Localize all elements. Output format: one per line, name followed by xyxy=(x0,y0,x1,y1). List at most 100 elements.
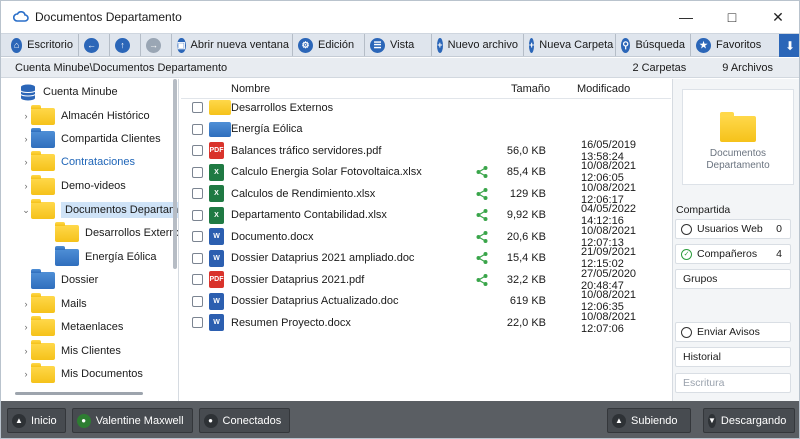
row-checkbox[interactable] xyxy=(192,145,203,157)
edicion-button[interactable]: ⚙ Edición xyxy=(293,34,365,56)
file-row[interactable]: W Dossier Dataprius 2021 ampliado.doc 15,4… xyxy=(181,246,671,270)
file-row[interactable]: W Documento.docx 20,6 KB 10/08/2021 12:07:1… xyxy=(181,225,671,249)
chevron-icon[interactable]: › xyxy=(21,157,31,167)
preview-name-line2: Departamento xyxy=(706,160,770,171)
chevron-icon[interactable]: › xyxy=(21,322,31,332)
file-row[interactable]: X Departamento Contabilidad.xlsx 9,92 KB 04… xyxy=(181,203,671,227)
tree-item[interactable]: › Metaenlaces xyxy=(21,315,123,338)
file-row[interactable]: X Calculos de Rendimiento.xlsx 129 KB 10/08… xyxy=(181,181,671,206)
file-modified: 10/08/2021 12:06:17 xyxy=(581,181,637,206)
escritura-button[interactable]: Escritura xyxy=(675,373,791,393)
conectados-button[interactable]: ● Conectados xyxy=(198,408,291,433)
nueva-ventana-button[interactable]: ▣ Abrir nueva ventana xyxy=(172,34,293,56)
chevron-icon[interactable]: › xyxy=(21,111,31,121)
circle-icon xyxy=(681,223,692,235)
file-modified: 10/08/2021 12:07:06 xyxy=(581,310,637,335)
word-file-icon: W xyxy=(209,228,224,246)
share-icon[interactable] xyxy=(475,230,489,244)
word-file-icon: W xyxy=(209,249,224,267)
arrow-left-icon: ← xyxy=(84,37,99,53)
file-modified: 10/08/2021 12:06:05 xyxy=(581,160,637,185)
tree-item[interactable]: Dossier xyxy=(21,268,98,291)
column-name[interactable]: Nombre xyxy=(231,83,270,95)
row-checkbox[interactable] xyxy=(192,188,203,200)
chevron-icon[interactable]: › xyxy=(21,134,31,144)
usuarios-web-button[interactable]: Usuarios Web 0 xyxy=(675,219,791,239)
column-modified[interactable]: Modificado xyxy=(577,83,630,95)
share-icon[interactable] xyxy=(475,208,489,222)
tree-item[interactable]: › Mis Documentos xyxy=(21,362,143,385)
row-checkbox[interactable] xyxy=(192,209,203,221)
tree-item-label: Contrataciones xyxy=(61,156,135,168)
tree-item[interactable]: › Mails xyxy=(21,292,87,315)
favoritos-button[interactable]: ★ Favoritos xyxy=(691,34,769,56)
tree-horizontal-scrollbar[interactable] xyxy=(15,392,143,395)
excel-file-icon: X xyxy=(209,206,224,224)
back-button[interactable]: ← xyxy=(79,34,110,56)
tree-root[interactable]: Cuenta Minube xyxy=(19,83,118,101)
busqueda-button[interactable]: ⚲ Búsqueda xyxy=(616,34,691,56)
row-checkbox[interactable] xyxy=(192,295,203,307)
share-icon[interactable] xyxy=(475,165,489,179)
row-checkbox[interactable] xyxy=(192,102,203,114)
file-size: 85,4 KB xyxy=(506,166,546,179)
file-size: 56,0 KB xyxy=(506,144,546,157)
path-bar: Cuenta Minube\Documentos Departamento 2 … xyxy=(1,58,799,78)
row-checkbox[interactable] xyxy=(192,231,203,243)
toolbar: ⌂ Escritorio ← ↑ → ▣ Abrir nueva ventana ⚙… xyxy=(1,33,799,57)
forward-button[interactable]: → xyxy=(141,34,172,56)
historial-button[interactable]: Historial xyxy=(675,347,791,367)
file-row[interactable]: W Resumen Proyecto.docx 22,0 KB 10/08/2021 … xyxy=(181,310,671,335)
escritorio-button[interactable]: ⌂ Escritorio xyxy=(1,34,79,56)
tree-item[interactable]: Desarrollos Externos xyxy=(45,221,178,244)
row-checkbox[interactable] xyxy=(192,274,203,286)
chevron-icon[interactable]: ⌄ xyxy=(21,205,31,216)
file-row[interactable]: PDF Balances tráfico servidores.pdf 56,0 K… xyxy=(181,139,671,163)
file-row[interactable]: Energía Eólica xyxy=(181,119,671,141)
minimize-button[interactable]: — xyxy=(663,1,709,33)
row-checkbox[interactable] xyxy=(192,252,203,264)
enviar-avisos-button[interactable]: Enviar Avisos xyxy=(675,322,791,342)
descargando-button[interactable]: ▼ Descargando xyxy=(703,408,795,433)
chevron-icon[interactable]: › xyxy=(21,299,31,309)
nueva-carpeta-button[interactable]: + Nueva Carpeta xyxy=(524,34,616,56)
subiendo-button[interactable]: ▲ Subiendo xyxy=(607,408,691,433)
tree-item[interactable]: Energía Eólica xyxy=(45,245,157,268)
file-row[interactable]: Desarrollos Externos xyxy=(181,97,671,119)
tree-item-label: Demo-videos xyxy=(61,180,126,192)
file-row[interactable]: W Dossier Dataprius Actualizado.doc 619 KB… xyxy=(181,289,671,313)
vista-button[interactable]: ☰ Vista xyxy=(365,34,432,56)
tree-item[interactable]: › Contrataciones xyxy=(21,150,135,173)
up-button[interactable]: ↑ xyxy=(110,34,141,56)
chevron-icon[interactable]: › xyxy=(21,346,31,356)
share-icon[interactable] xyxy=(475,273,489,287)
file-row[interactable]: X Calculo Energia Solar Fotovoltaica.xlsx… xyxy=(181,160,671,185)
close-button[interactable]: ✕ xyxy=(755,1,799,33)
file-name: Dossier Dataprius 2021.pdf xyxy=(231,273,365,286)
column-size[interactable]: Tamaño xyxy=(511,83,550,95)
user-button[interactable]: ● Valentine Maxwell xyxy=(71,408,193,433)
share-icon[interactable] xyxy=(475,187,489,201)
file-row[interactable]: PDF Dossier Dataprius 2021.pdf 32,2 KB 27/0… xyxy=(181,268,671,292)
user-icon: ● xyxy=(203,413,218,428)
chevron-icon[interactable]: › xyxy=(21,369,31,379)
row-checkbox[interactable] xyxy=(192,317,203,329)
tree-item[interactable]: › Almacén Histórico xyxy=(21,104,150,127)
tree-vertical-scrollbar[interactable] xyxy=(173,79,177,269)
grupos-button[interactable]: Grupos xyxy=(675,269,791,289)
share-icon[interactable] xyxy=(475,251,489,265)
tree-item[interactable]: ⌄ Documentos Departamento xyxy=(21,198,178,221)
folder-icon xyxy=(31,198,55,219)
row-checkbox[interactable] xyxy=(192,123,203,135)
inicio-button[interactable]: ▲ Inicio xyxy=(7,408,66,433)
row-checkbox[interactable] xyxy=(192,166,203,178)
companeros-button[interactable]: ✓ Compañeros 4 xyxy=(675,244,791,264)
download-arrow-button[interactable]: ⬇ xyxy=(779,34,799,57)
nuevo-archivo-button[interactable]: + Nuevo archivo xyxy=(432,34,524,56)
folder-icon xyxy=(31,292,55,313)
maximize-button[interactable]: □ xyxy=(709,1,755,33)
tree-item[interactable]: › Mis Clientes xyxy=(21,339,121,362)
tree-item[interactable]: › Demo-videos xyxy=(21,174,126,197)
chevron-icon[interactable]: › xyxy=(21,181,31,191)
tree-item[interactable]: › Compartida Clientes xyxy=(21,127,161,150)
